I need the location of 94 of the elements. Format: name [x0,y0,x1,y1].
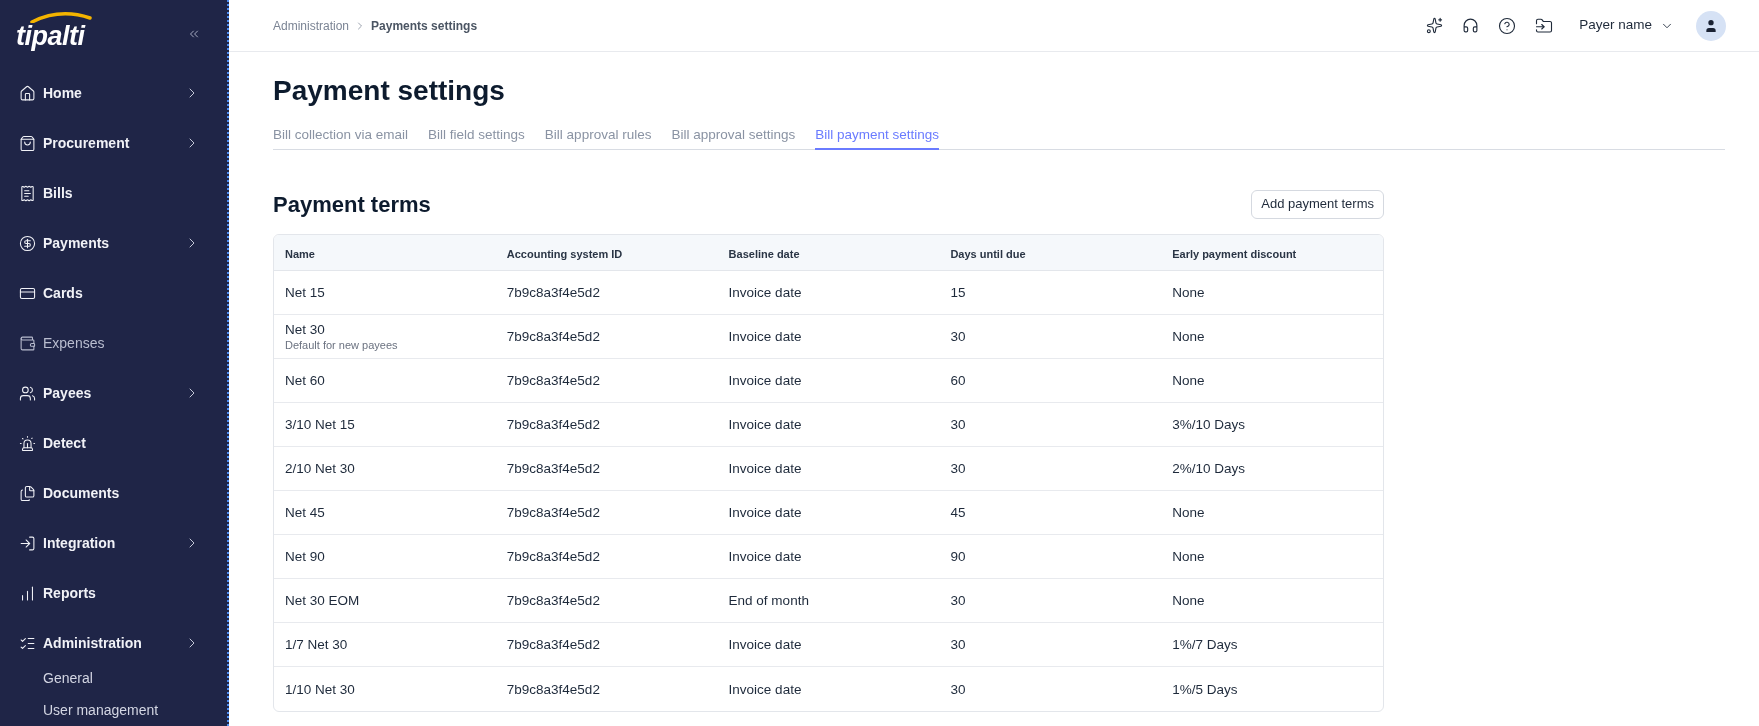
table-cell: Invoice date [728,284,802,301]
table-cell: 45 [950,504,966,521]
table-cell: 7b9c8a3f4e5d2 [506,460,600,477]
table-cell: 30 [950,680,966,698]
table-cell: 30 [950,416,966,433]
table-cell: 7b9c8a3f4e5d2 [506,680,600,698]
tab[interactable]: Bill payment settings [815,126,940,150]
collapse-sidebar-icon[interactable] [187,27,201,41]
breadcrumb-link[interactable]: Payments settings [371,16,478,35]
nav-item[interactable]: Integration [19,532,200,554]
table-cell: Net 45 [285,504,325,521]
home-icon [19,84,36,102]
table-cell: 3/10 Net 15 [285,416,355,433]
folder-arrow-icon[interactable] [1535,16,1554,35]
nav-item[interactable]: Payees [19,382,200,404]
shopping-bag-icon [19,134,36,152]
table-cell: None [1172,592,1205,609]
column-header: Early payment discount [1172,247,1297,260]
table-cell: 7b9c8a3f4e5d2 [506,328,600,345]
page-title: Payment settings [273,74,506,108]
table-cell: 1/10 Net 30 [285,680,355,698]
table-cell: 1%/7 Days [1172,636,1238,653]
table-cell: 7b9c8a3f4e5d2 [506,548,600,565]
nav-item[interactable]: Reports [19,582,200,604]
siren-icon [19,434,36,452]
table-cell: 1%/5 Days [1172,680,1238,698]
table-cell: 7b9c8a3f4e5d2 [506,636,600,653]
table-cell: 90 [950,548,966,565]
arrow-into-bracket-icon [19,534,36,552]
table-cell: None [1172,548,1205,565]
table-cell: 30 [950,328,966,345]
nav-item[interactable]: Payments [19,232,200,254]
table-cell: Net 30 [285,321,325,338]
table-cell: End of month [728,592,809,609]
table-cell: None [1172,372,1205,389]
table-cell: Net 60 [285,372,325,389]
avatar-icon[interactable] [1696,10,1726,41]
nav-item[interactable]: Cards [19,282,200,304]
table-cell: 7b9c8a3f4e5d2 [506,504,600,521]
table-cell: 60 [950,372,966,389]
table-cell: Invoice date [728,372,802,389]
table-cell: Invoice date [728,460,802,477]
table-cell: 2/10 Net 30 [285,460,355,477]
receipt-icon [19,184,36,202]
column-header: Baseline date [728,247,800,260]
table-cell: Invoice date [728,548,802,565]
table-cell: Invoice date [728,636,802,653]
table-cell: 7b9c8a3f4e5d2 [506,372,600,389]
nav-subitem[interactable]: General [43,662,93,694]
breadcrumb-link[interactable]: Administration [273,16,350,35]
table-cell: Invoice date [728,504,802,521]
account-menu-button[interactable]: Payer name [1579,15,1674,36]
table-cell: 30 [950,460,966,477]
column-header: Accounting system ID [506,247,623,260]
column-header: Days until due [950,247,1026,260]
nav-item[interactable]: Detect [19,432,200,454]
logo-text: tipalti [16,20,85,51]
table-cell: None [1172,504,1205,521]
table-cell: 1/7 Net 30 [285,636,348,653]
nav-item[interactable]: Bills [19,182,200,204]
help-icon[interactable] [1498,16,1517,35]
column-header: Name [285,247,315,260]
table-cell: 7b9c8a3f4e5d2 [506,284,600,301]
table-cell: Net 30 EOM [285,592,360,609]
users-icon [19,384,36,402]
table-cell: 30 [950,636,966,653]
wallet-icon [19,334,36,352]
table-cell: Net 15 [285,284,325,301]
add-payment-terms-button[interactable]: Add payment terms [1251,189,1384,219]
table-cell: Invoice date [728,680,802,698]
logo-swoosh-icon [30,10,92,23]
table-cell: None [1172,328,1205,345]
table-cell: Invoice date [728,416,802,433]
table-cell: 7b9c8a3f4e5d2 [506,592,600,609]
nav-item[interactable]: Documents [19,482,200,504]
sparkles-icon[interactable] [1426,17,1444,34]
table-cell: 7b9c8a3f4e5d2 [506,416,600,433]
table-cell: None [1172,284,1205,301]
table-cell: 15 [950,284,966,301]
dollar-coin-icon [19,234,36,252]
nav-item[interactable]: Administration [19,632,200,654]
section-title: Payment terms [273,190,431,219]
nav-subitem[interactable]: User management [43,694,159,726]
row-note: Default for new payees [285,338,398,352]
nav-item[interactable]: Home [19,82,200,104]
table-cell: Invoice date [728,328,802,345]
table-cell: 2%/10 Days [1172,460,1245,477]
bar-chart-icon [19,584,36,602]
table-cell: Net 90 [285,548,325,565]
table-cell: 3%/10 Days [1172,416,1245,433]
nav-item[interactable]: Procurement [19,132,200,154]
documents-icon [19,484,36,502]
table-cell: 30 [950,592,966,609]
headset-icon[interactable] [1462,17,1480,34]
